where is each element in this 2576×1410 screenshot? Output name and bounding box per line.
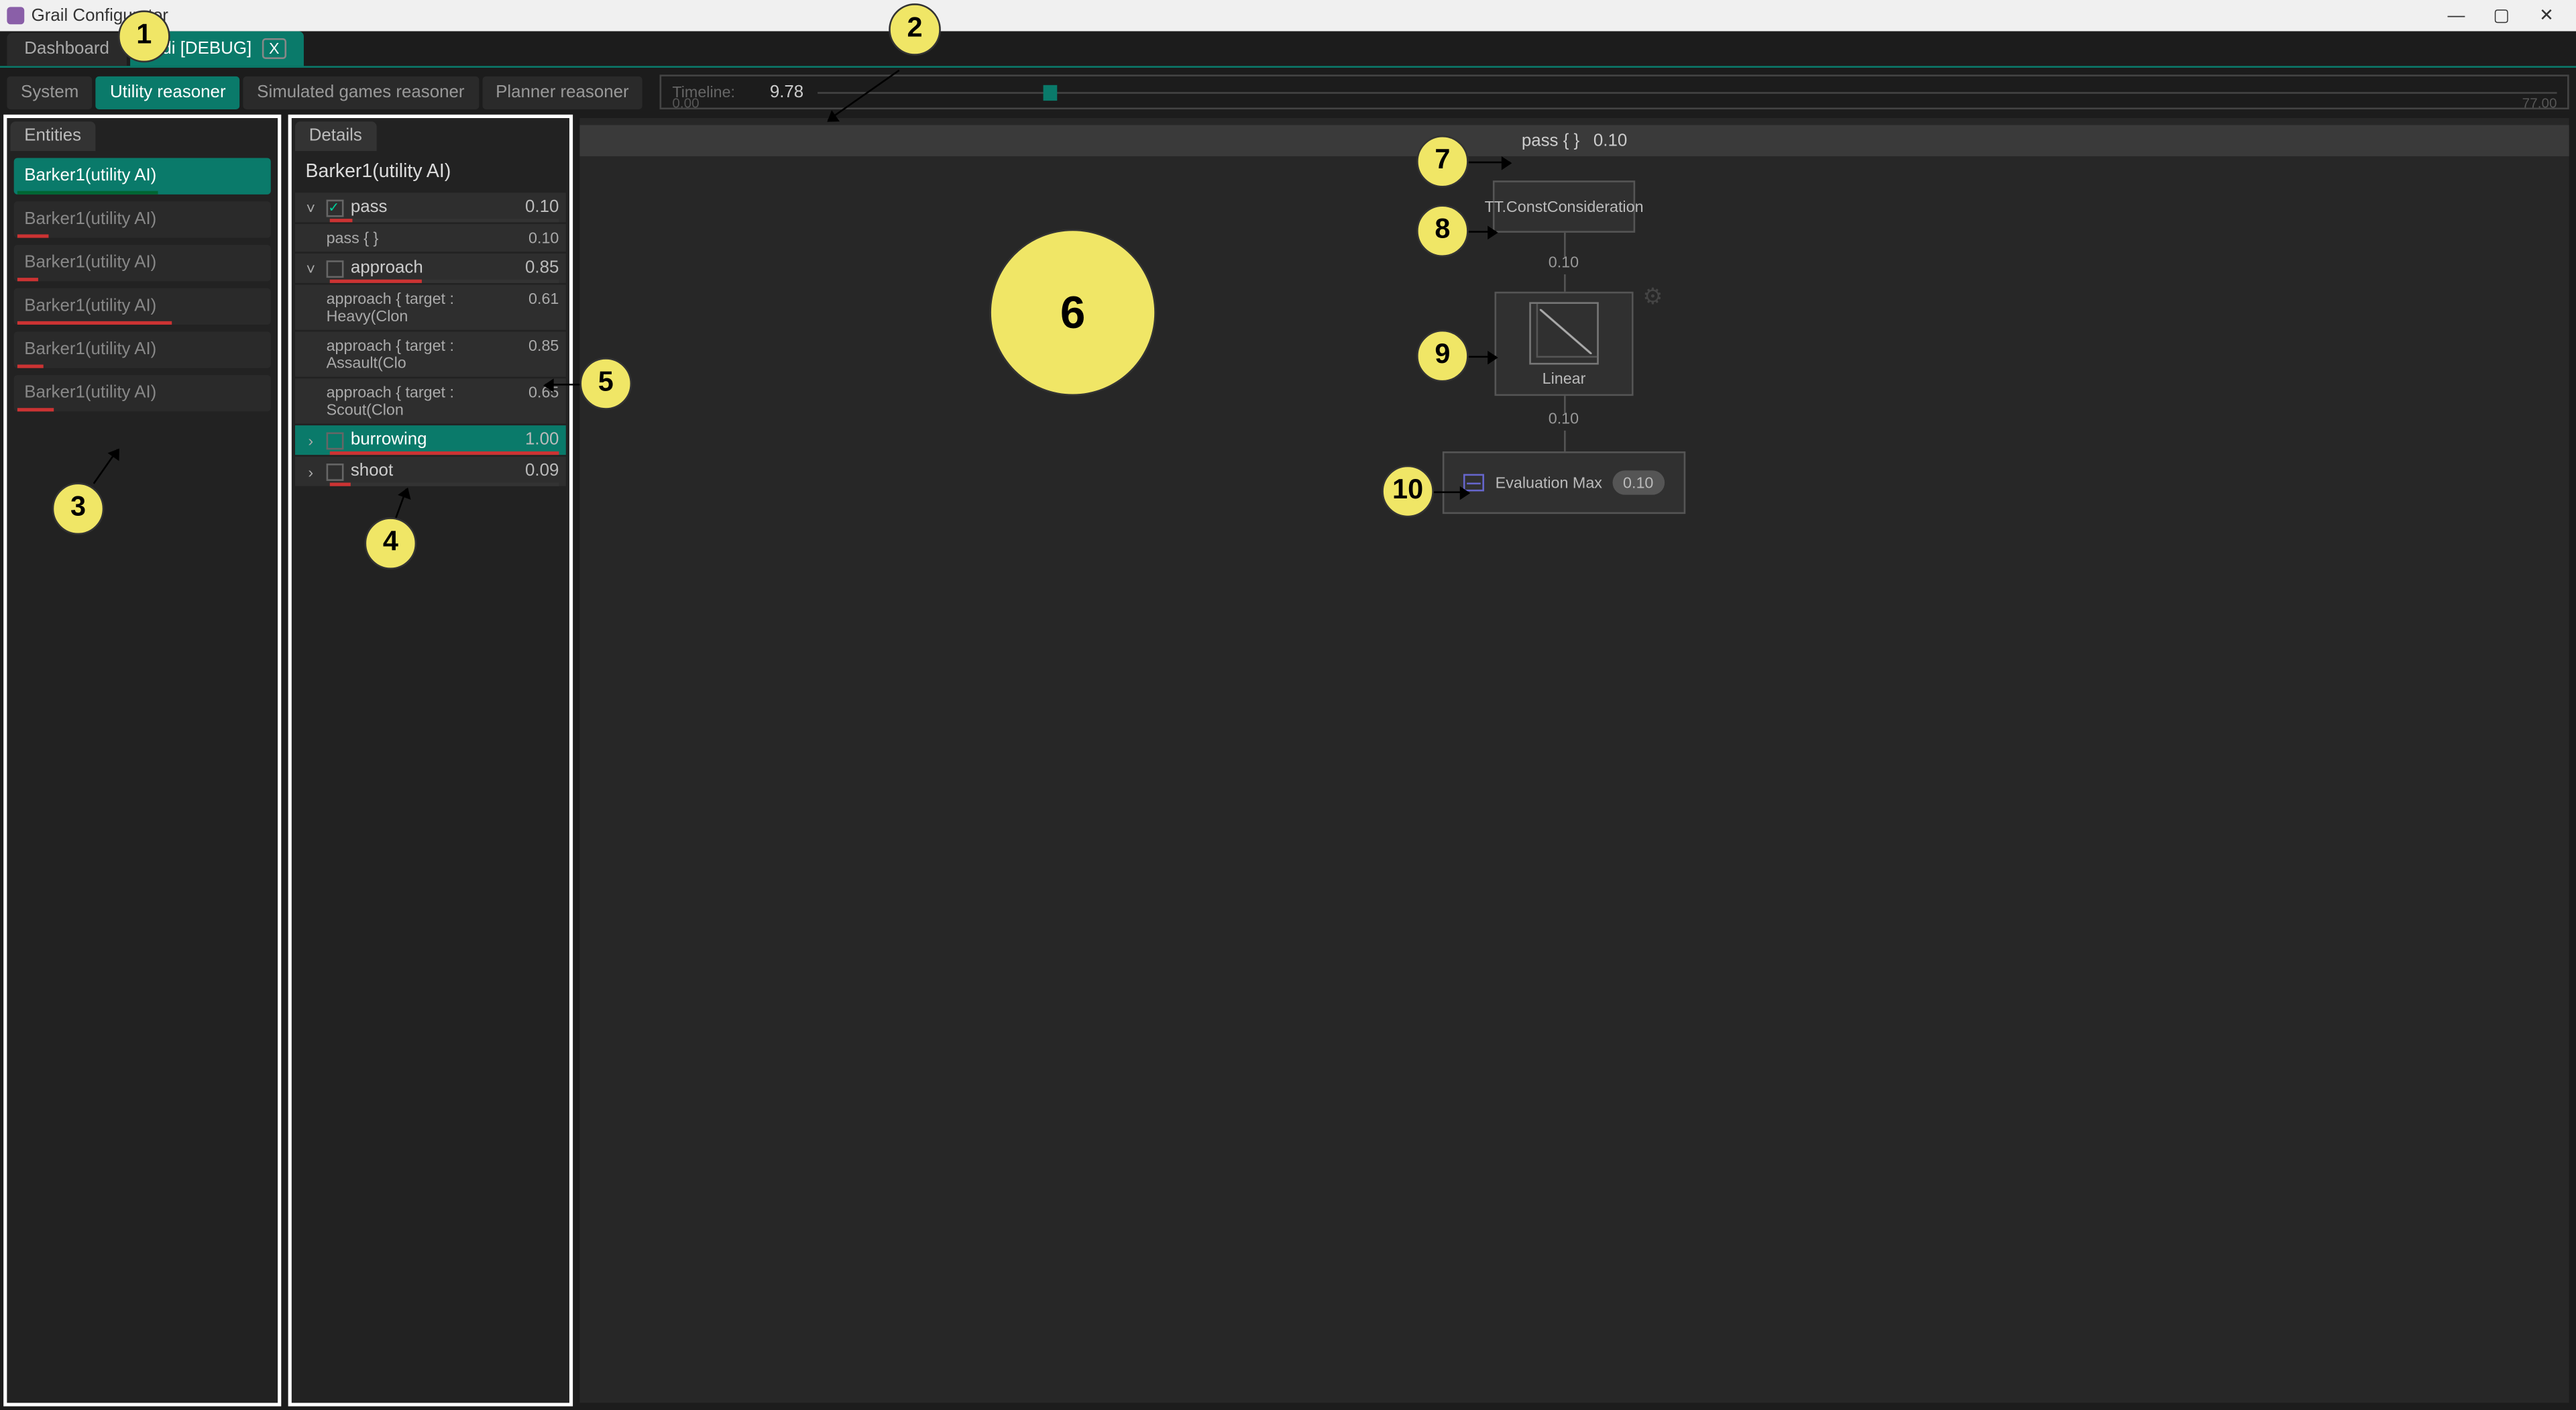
chevron-right-icon[interactable]: › — [302, 431, 319, 449]
behavior-instance-name: approach { target : Assault(Clo — [327, 337, 528, 372]
curve-preview — [1529, 301, 1599, 364]
timeline-min: 0.00 — [672, 95, 699, 111]
tab-system[interactable]: System — [7, 76, 93, 109]
node-linear-curve-label: Linear — [1543, 369, 1586, 386]
behavior-checkbox[interactable] — [327, 463, 344, 480]
chevron-right-icon[interactable]: › — [302, 463, 319, 480]
timeline-value: 9.78 — [770, 83, 803, 101]
entities-panel: Entities Barker1(utility AI) Barker1(util… — [3, 115, 281, 1407]
behavior-instance-row[interactable]: pass { } 0.10 — [295, 224, 566, 252]
annotation-callout: 3 — [52, 483, 105, 535]
behavior-value: 0.85 — [525, 259, 559, 278]
annotation-callout: 2 — [889, 3, 941, 56]
tree-header-value: 0.10 — [1593, 131, 1627, 150]
behavior-checkbox[interactable] — [327, 431, 344, 449]
entity-item[interactable]: Barker1(utility AI) — [14, 158, 271, 195]
annotation-callout: 8 — [1416, 205, 1469, 257]
entity-item[interactable]: Barker1(utility AI) — [14, 245, 271, 281]
annotation-callout: 5 — [579, 358, 632, 410]
entity-item[interactable]: Barker1(utility AI) — [14, 331, 271, 368]
entity-item[interactable]: Barker1(utility AI) — [14, 201, 271, 237]
tab-dashboard[interactable]: Dashboard — [7, 33, 126, 66]
behavior-instance-name: approach { target : Scout(Clon — [327, 384, 528, 419]
tab-simulated-games-reasoner[interactable]: Simulated games reasoner — [243, 76, 478, 109]
node-const-consideration[interactable]: TT.ConstConsideration — [1493, 180, 1635, 233]
entities-panel-tab[interactable]: Entities — [11, 121, 95, 151]
behavior-row[interactable]: ˅ approach0.85 — [295, 254, 566, 283]
tab-utility-reasoner[interactable]: Utility reasoner — [96, 76, 239, 109]
annotation-arrow — [1434, 491, 1469, 493]
node-linear-curve[interactable]: ⚙ Linear — [1495, 292, 1634, 396]
behavior-instance-value: 0.61 — [528, 290, 559, 325]
tree-edge — [1564, 431, 1566, 451]
timeline-max: 77.00 — [2522, 95, 2557, 111]
tree-edge — [1564, 274, 1566, 292]
node-evaluation-max-label: Evaluation Max — [1496, 474, 1602, 492]
timeline-thumb[interactable] — [1044, 85, 1058, 100]
annotation-arrow — [1469, 356, 1496, 358]
app-icon — [7, 7, 24, 24]
annotation-callout: 1 — [118, 11, 170, 63]
behavior-name: pass — [351, 198, 525, 217]
timeline-track[interactable] — [818, 91, 2557, 93]
annotation-callout: 10 — [1382, 466, 1434, 518]
window-titlebar: Grail Configurator — ▢ ✕ — [0, 0, 2576, 32]
details-panel: Details Barker1(utility AI) ˅pass0.10pas… — [288, 115, 573, 1407]
entity-item[interactable]: Barker1(utility AI) — [14, 288, 271, 325]
behavior-instance-name: approach { target : Heavy(Clon — [327, 290, 528, 325]
chevron-down-icon[interactable]: ˅ — [302, 199, 319, 216]
entity-item[interactable]: Barker1(utility AI) — [14, 375, 271, 411]
behavior-instance-row[interactable]: approach { target : Heavy(Clon0.61 — [295, 284, 566, 329]
behavior-name: shoot — [351, 462, 525, 480]
annotation-callout: 4 — [365, 517, 417, 570]
details-panel-tab[interactable]: Details — [295, 121, 376, 151]
behavior-tree-canvas[interactable]: pass { } 0.10 TT.ConstConsideration 0.10… — [579, 118, 2569, 1403]
behavior-value: 0.10 — [525, 198, 559, 217]
details-entity-title: Barker1(utility AI) — [292, 151, 569, 193]
node-evaluation-max[interactable]: Evaluation Max 0.10 — [1443, 451, 1685, 514]
behavior-instance-name: pass { } — [327, 229, 379, 247]
file-tabs: Dashboard .gdi [DEBUG] X — [0, 32, 2576, 68]
behavior-checkbox[interactable] — [327, 260, 344, 277]
behavior-name: approach — [351, 259, 525, 278]
behavior-checkbox[interactable] — [327, 199, 344, 216]
tab-dashboard-label: Dashboard — [24, 40, 109, 59]
annotation-arrow — [1469, 162, 1510, 164]
chevron-down-icon[interactable]: ˅ — [302, 260, 319, 277]
behavior-instance-row[interactable]: approach { target : Scout(Clon0.65 — [295, 378, 566, 423]
window-close-button[interactable]: ✕ — [2524, 6, 2569, 25]
behavior-row[interactable]: › shoot0.09 — [295, 457, 566, 486]
annotation-callout: 7 — [1416, 135, 1469, 188]
window-minimize-button[interactable]: — — [2434, 6, 2479, 25]
behavior-row[interactable]: › burrowing1.00 — [295, 425, 566, 455]
edge-value: 0.10 — [1549, 254, 1579, 271]
behavior-value: 1.00 — [525, 431, 559, 449]
node-const-consideration-label: TT.ConstConsideration — [1485, 198, 1644, 215]
annotation-callout: 6 — [989, 229, 1156, 396]
window-maximize-button[interactable]: ▢ — [2479, 6, 2524, 25]
annotation-arrow — [545, 384, 583, 386]
edge-value: 0.10 — [1549, 410, 1579, 427]
tab-planner-reasoner[interactable]: Planner reasoner — [482, 76, 642, 109]
behavior-value: 0.09 — [525, 462, 559, 480]
gear-icon[interactable]: ⚙ — [1642, 283, 1663, 311]
tab-close-button[interactable]: X — [262, 38, 286, 59]
annotation-arrow — [1469, 231, 1496, 233]
behavior-row[interactable]: ˅ pass0.10 — [295, 193, 566, 222]
reasoner-tabs-row: System Utility reasoner Simulated games … — [0, 73, 2576, 111]
node-evaluation-max-value: 0.10 — [1613, 470, 1664, 494]
timeline-slider[interactable]: Timeline: 9.78 0.00 77.00 — [660, 74, 2569, 109]
behavior-instance-value: 0.10 — [528, 229, 559, 247]
tree-header: pass { } 0.10 — [579, 125, 2569, 156]
behavior-instance-row[interactable]: approach { target : Assault(Clo0.85 — [295, 331, 566, 376]
annotation-callout: 9 — [1416, 330, 1469, 382]
behavior-name: burrowing — [351, 431, 525, 449]
behavior-instance-value: 0.85 — [528, 337, 559, 372]
tree-header-name: pass { } — [1522, 131, 1579, 150]
